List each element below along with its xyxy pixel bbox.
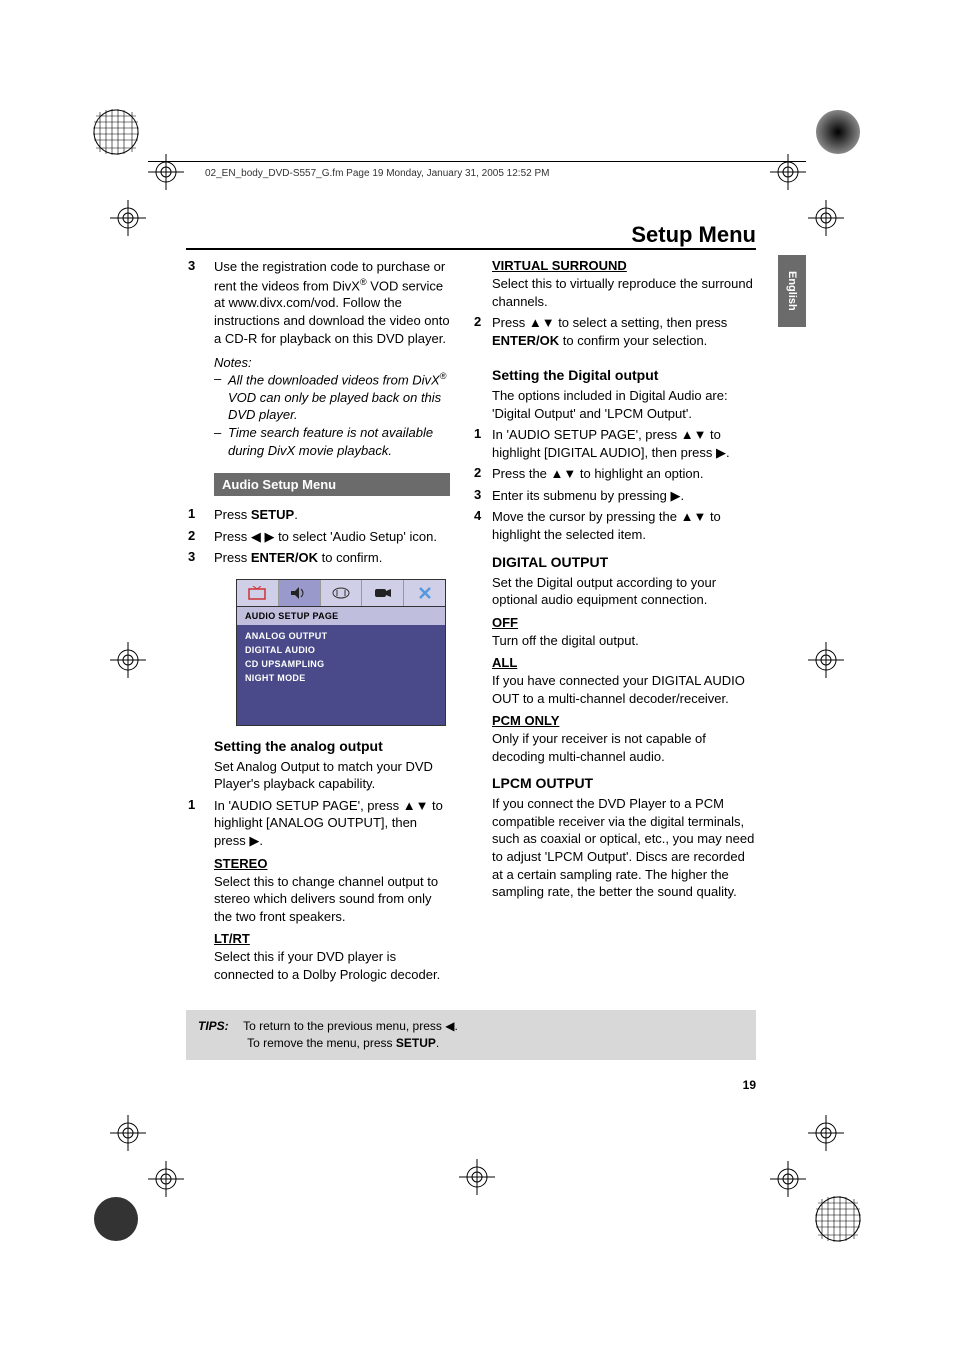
osd-item: NIGHT MODE xyxy=(237,671,445,685)
osd-title: AUDIO SETUP PAGE xyxy=(237,607,445,625)
step-number: 1 xyxy=(186,797,214,850)
option-ltrt: LT/RT xyxy=(214,931,450,946)
step-text: Move the cursor by pressing the ▲▼ to hi… xyxy=(492,508,756,543)
subheading-digital: Setting the Digital output xyxy=(492,367,756,383)
step-number: 3 xyxy=(474,487,492,505)
step-number: 4 xyxy=(474,508,492,543)
page-title: Setup Menu xyxy=(631,222,756,248)
step-text: Enter its submenu by pressing ▶. xyxy=(492,487,756,505)
step-number: 1 xyxy=(474,426,492,461)
step-text: Press ENTER/OK to confirm. xyxy=(214,549,450,567)
crosshair-icon xyxy=(808,1115,844,1151)
crosshair-icon xyxy=(110,642,146,678)
crosshair-icon xyxy=(148,1161,184,1197)
section-bar-audio: Audio Setup Menu xyxy=(214,473,450,496)
osd-item: CD UPSAMPLING xyxy=(237,657,445,671)
body-text: Only if your receiver is not capable of … xyxy=(492,730,756,765)
body-text: If you have connected your DIGITAL AUDIO… xyxy=(492,672,756,707)
notes-heading: Notes: xyxy=(214,355,450,370)
registration-pattern-icon xyxy=(92,1195,140,1243)
step-text: Press ◀ ▶ to select 'Audio Setup' icon. xyxy=(214,528,450,546)
note-item: – All the downloaded videos from DivX® V… xyxy=(214,370,450,424)
body-text: Set Analog Output to match your DVD Play… xyxy=(214,758,450,793)
body-text: Select this if your DVD player is connec… xyxy=(214,948,450,983)
tv-icon xyxy=(237,580,279,606)
crosshair-icon xyxy=(770,154,806,190)
speaker-icon xyxy=(279,580,321,606)
option-digital-output: DIGITAL OUTPUT xyxy=(492,554,756,570)
step-number: 2 xyxy=(474,465,492,483)
step-number: 1 xyxy=(186,506,214,524)
option-all: ALL xyxy=(492,655,756,670)
crosshair-icon xyxy=(808,200,844,236)
header-file-info: 02_EN_body_DVD-S557_G.fm Page 19 Monday,… xyxy=(205,168,549,179)
registration-pattern-icon xyxy=(92,108,140,156)
option-virtual-surround: VIRTUAL SURROUND xyxy=(492,258,756,273)
step-number: 3 xyxy=(186,549,214,567)
osd-item: DIGITAL AUDIO xyxy=(237,643,445,657)
option-stereo: STEREO xyxy=(214,856,450,871)
note-item: – Time search feature is not available d… xyxy=(214,424,450,459)
language-tab: English xyxy=(778,255,806,327)
option-off: OFF xyxy=(492,615,756,630)
step-text: In 'AUDIO SETUP PAGE', press ▲▼ to highl… xyxy=(492,426,756,461)
dolby-icon xyxy=(321,580,363,606)
step-text: Press SETUP. xyxy=(214,506,450,524)
body-text: Set the Digital output according to your… xyxy=(492,574,756,609)
close-icon xyxy=(404,580,445,606)
option-pcm-only: PCM ONLY xyxy=(492,713,756,728)
crosshair-icon xyxy=(770,1161,806,1197)
right-column: VIRTUAL SURROUND Select this to virtuall… xyxy=(474,258,756,987)
title-rule xyxy=(186,248,756,250)
option-lpcm-output: LPCM OUTPUT xyxy=(492,775,756,791)
tips-label: TIPS: xyxy=(198,1018,240,1035)
body-text: If you connect the DVD Player to a PCM c… xyxy=(492,795,756,900)
crosshair-icon xyxy=(808,642,844,678)
body-text: Select this to virtually reproduce the s… xyxy=(492,275,756,310)
crosshair-icon xyxy=(110,200,146,236)
crosshair-icon xyxy=(459,1159,495,1195)
left-column: 3 Use the registration code to purchase … xyxy=(186,258,450,987)
registration-pattern-icon xyxy=(814,108,862,156)
crosshair-icon xyxy=(148,154,184,190)
page-number: 19 xyxy=(743,1078,756,1092)
step-text: In 'AUDIO SETUP PAGE', press ▲▼ to highl… xyxy=(214,797,450,850)
crosshair-icon xyxy=(110,1115,146,1151)
body-text: The options included in Digital Audio ar… xyxy=(492,387,756,422)
body-text: Select this to change channel output to … xyxy=(214,873,450,926)
tips-box: TIPS: To return to the previous menu, pr… xyxy=(186,1010,756,1060)
step-text: Use the registration code to purchase or… xyxy=(214,258,450,347)
step-text: Press ▲▼ to select a setting, then press… xyxy=(492,314,756,349)
header-rule xyxy=(148,161,806,162)
registration-pattern-icon xyxy=(814,1195,862,1243)
osd-item: ANALOG OUTPUT xyxy=(237,629,445,643)
step-text: Press the ▲▼ to highlight an option. xyxy=(492,465,756,483)
step-number: 2 xyxy=(186,528,214,546)
step-number: 2 xyxy=(474,314,492,349)
step-number: 3 xyxy=(186,258,214,347)
subheading-analog: Setting the analog output xyxy=(214,738,450,754)
body-text: Turn off the digital output. xyxy=(492,632,756,650)
video-icon xyxy=(362,580,404,606)
osd-menu-screenshot: AUDIO SETUP PAGE ANALOG OUTPUT DIGITAL A… xyxy=(236,579,446,726)
